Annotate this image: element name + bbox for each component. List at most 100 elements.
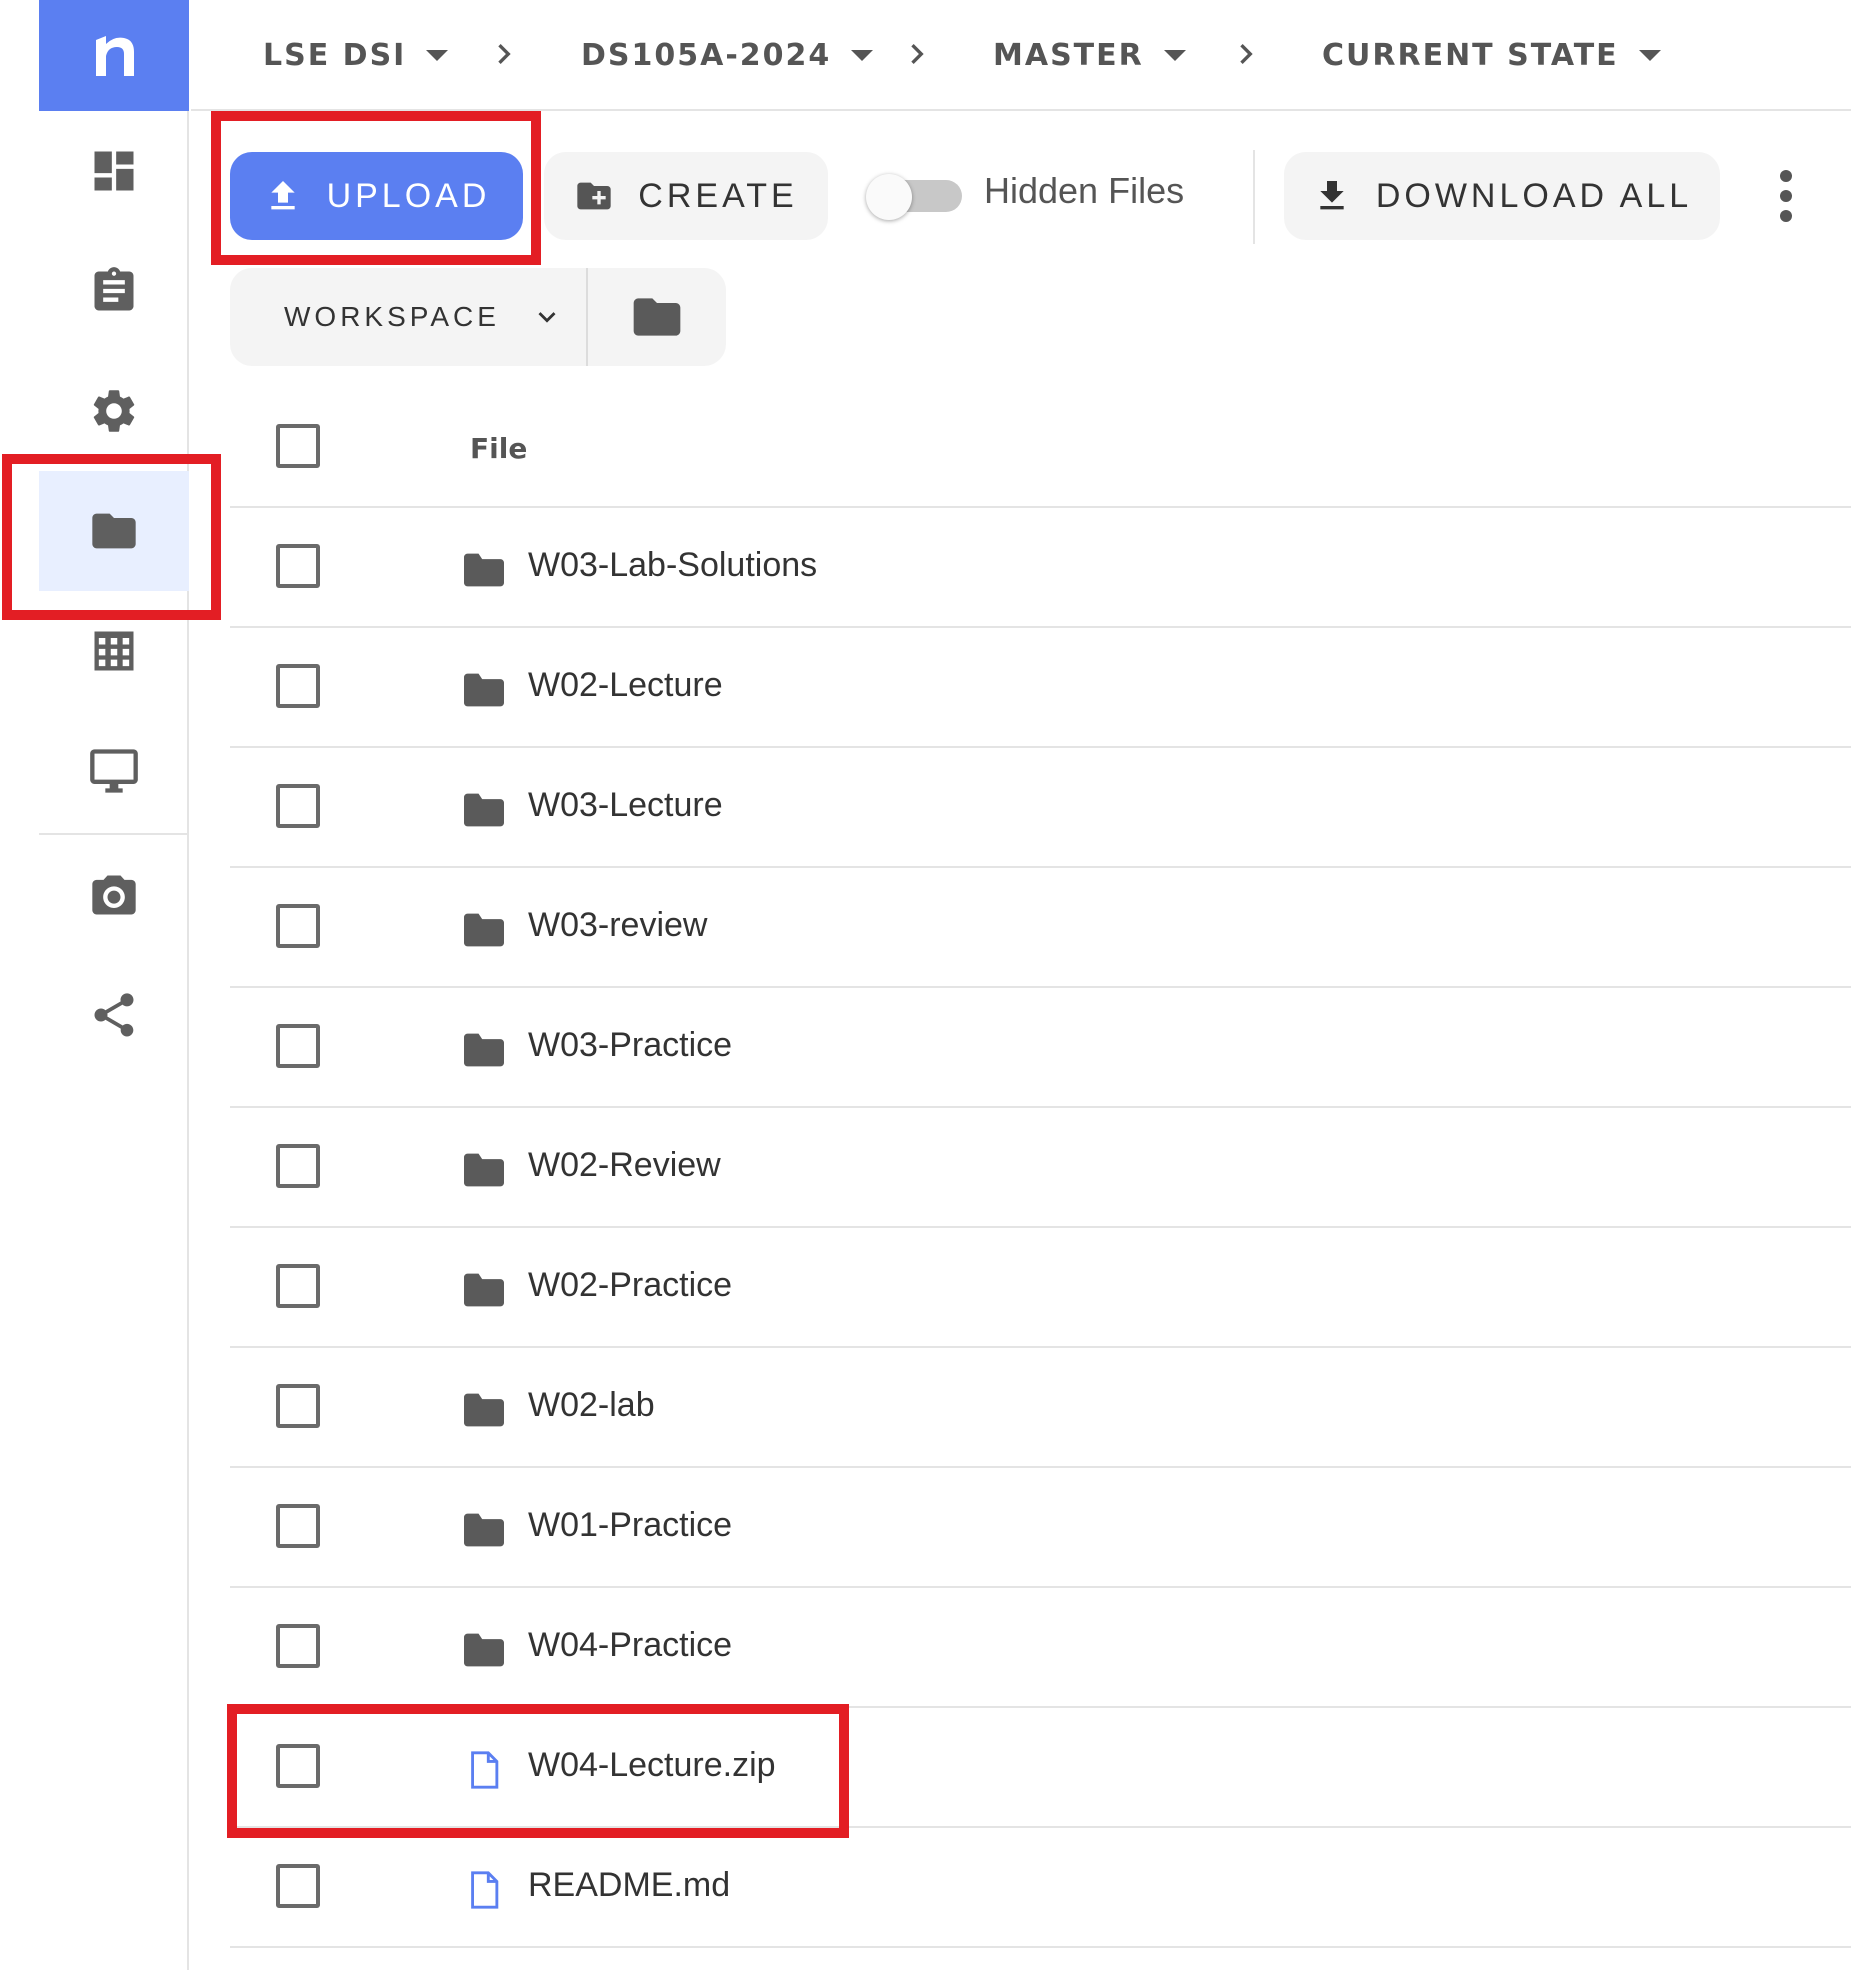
hidden-files-label: Hidden Files [984, 170, 1185, 211]
table-row[interactable]: W01-Practice [230, 1468, 1851, 1588]
table-grid-icon [94, 631, 134, 671]
file-column-header: File [470, 432, 528, 465]
sidebar-item-assignments[interactable] [39, 231, 189, 351]
folder-icon [462, 1390, 506, 1430]
row-checkbox[interactable] [276, 1024, 320, 1068]
more-options-button[interactable] [1762, 166, 1810, 226]
chevron-right-icon [484, 34, 524, 74]
caret-down-icon [426, 50, 449, 61]
table-row[interactable]: W02-Lecture [230, 628, 1851, 748]
toggle-thumb [866, 174, 912, 220]
folder-icon [92, 513, 136, 549]
table-row[interactable]: W03-review [230, 868, 1851, 988]
caret-down-icon [1163, 50, 1186, 61]
folder-icon [462, 550, 506, 590]
sidebar-item-files[interactable] [39, 471, 189, 591]
table-row[interactable]: README.md [230, 1828, 1851, 1948]
file-name[interactable]: W01-Practice [528, 1506, 732, 1545]
file-name[interactable]: W02-Lecture [528, 666, 723, 705]
sidebar [39, 0, 189, 1970]
file-name[interactable]: W03-Practice [528, 1026, 732, 1065]
table-row[interactable]: W03-Lab-Solutions [230, 508, 1851, 628]
breadcrumb-state[interactable]: CURRENT STATE [1322, 0, 1661, 111]
file-name[interactable]: W04-Practice [528, 1626, 732, 1665]
sidebar-item-share[interactable] [39, 955, 189, 1075]
breadcrumb-state-label: CURRENT STATE [1322, 38, 1619, 73]
table-row[interactable]: W02-Practice [230, 1228, 1851, 1348]
row-checkbox[interactable] [276, 1504, 320, 1548]
sidebar-item-dashboard[interactable] [39, 111, 189, 231]
upload-icon [270, 181, 295, 210]
breadcrumb-project[interactable]: DS105A-2024 [581, 0, 874, 111]
open-folder-button[interactable] [588, 268, 726, 366]
create-button[interactable]: CREATE [544, 152, 828, 240]
chevron-right-icon [1226, 34, 1266, 74]
file-name[interactable]: W02-Review [528, 1146, 721, 1185]
row-checkbox[interactable] [276, 664, 320, 708]
file-rows: W03-Lab-Solutions W02-Lecture W03-Lectur… [230, 508, 1851, 1948]
create-folder-icon [577, 182, 611, 210]
row-checkbox[interactable] [276, 1864, 320, 1908]
camera-icon [92, 875, 136, 915]
gear-icon [93, 390, 135, 432]
row-checkbox[interactable] [276, 1264, 320, 1308]
select-all-checkbox[interactable] [276, 424, 320, 468]
table-header-row: File [230, 388, 1851, 508]
hidden-files-toggle[interactable] [866, 174, 962, 220]
breadcrumb: LSE DSI DS105A-2024 MASTER CURRENT STATE [191, 0, 1851, 111]
file-name[interactable]: README.md [528, 1866, 730, 1905]
file-name[interactable]: W02-Practice [528, 1266, 732, 1305]
table-row[interactable]: W04-Lecture.zip [230, 1708, 1851, 1828]
breadcrumb-branch-label: MASTER [993, 38, 1144, 73]
folder-icon [462, 1150, 506, 1190]
workspace-dropdown[interactable]: WORKSPACE [230, 268, 586, 366]
folder-icon [462, 670, 506, 710]
row-checkbox[interactable] [276, 544, 320, 588]
breadcrumb-organization[interactable]: LSE DSI [263, 0, 449, 111]
folder-icon [462, 910, 506, 950]
create-button-label: CREATE [638, 176, 798, 215]
sidebar-item-tables[interactable] [39, 591, 189, 711]
row-checkbox[interactable] [276, 904, 320, 948]
sidebar-item-settings[interactable] [39, 351, 189, 471]
row-checkbox[interactable] [276, 1384, 320, 1428]
dashboard-icon [94, 151, 134, 191]
file-name[interactable]: W03-Lecture [528, 786, 723, 825]
table-row[interactable]: W02-lab [230, 1348, 1851, 1468]
file-name[interactable]: W02-lab [528, 1386, 655, 1425]
download-all-button-label: DOWNLOAD ALL [1375, 176, 1693, 215]
share-icon [94, 993, 134, 1037]
file-name[interactable]: W03-review [528, 906, 707, 945]
breadcrumb-branch[interactable]: MASTER [993, 0, 1186, 111]
row-checkbox[interactable] [276, 784, 320, 828]
sidebar-item-snapshots[interactable] [39, 835, 189, 955]
folder-icon [462, 790, 506, 830]
caret-down-icon [1638, 50, 1661, 61]
file-table: File W03-Lab-Solutions W02-Lecture W03-L… [230, 388, 1851, 1948]
monitor-icon [90, 749, 138, 793]
file-name[interactable]: W03-Lab-Solutions [528, 546, 817, 585]
breadcrumb-organization-label: LSE DSI [263, 38, 407, 73]
download-icon [1320, 181, 1344, 210]
app-logo[interactable] [39, 0, 189, 111]
upload-button[interactable]: UPLOAD [230, 152, 523, 240]
chevron-down-icon [538, 312, 556, 323]
toolbar-divider [1253, 150, 1255, 244]
table-row[interactable]: W02-Review [230, 1108, 1851, 1228]
file-name[interactable]: W04-Lecture.zip [528, 1746, 776, 1785]
download-all-button[interactable]: DOWNLOAD ALL [1284, 152, 1720, 240]
table-row[interactable]: W03-Practice [230, 988, 1851, 1108]
row-checkbox[interactable] [276, 1624, 320, 1668]
table-row[interactable]: W04-Practice [230, 1588, 1851, 1708]
folder-icon [633, 298, 681, 336]
chevron-right-icon [897, 34, 937, 74]
more-vertical-icon [1780, 170, 1792, 222]
clipboard-icon [94, 267, 134, 311]
breadcrumb-project-label: DS105A-2024 [581, 38, 832, 73]
file-icon [462, 1870, 506, 1910]
row-checkbox[interactable] [276, 1144, 320, 1188]
row-checkbox[interactable] [276, 1744, 320, 1788]
folder-icon [462, 1630, 506, 1670]
table-row[interactable]: W03-Lecture [230, 748, 1851, 868]
sidebar-item-environment[interactable] [39, 711, 189, 831]
